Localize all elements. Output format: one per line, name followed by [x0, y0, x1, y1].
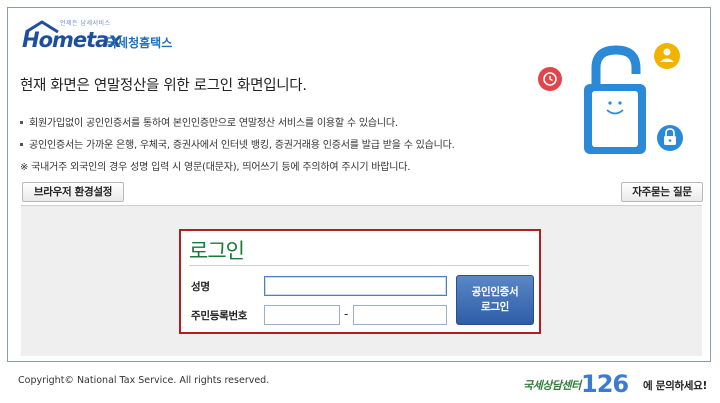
cert-login-label-line2: 로그인 [480, 301, 510, 313]
login-divider [189, 265, 529, 266]
callcenter-banner[interactable]: 국세상담센터 126 에 문의하세요! [523, 370, 713, 398]
copyright-text: Copyright© National Tax Service. All rig… [18, 375, 270, 386]
name-input[interactable] [264, 276, 447, 296]
callcenter-label: 국세상담센터 [523, 379, 581, 392]
hometax-logo[interactable]: 언제든 납세서비스 Hometax 국세청홈택스 [18, 18, 178, 52]
name-label: 성명 [191, 281, 210, 293]
notice-text: 회원가입없이 공인인증서를 통하여 본인인증만으로 연말정산 서비스를 이용할 … [29, 118, 398, 129]
cert-login-button[interactable]: 공인인증서 로그인 [456, 275, 534, 325]
logo-tagline: 언제든 납세서비스 [60, 20, 111, 27]
small-lock-icon [657, 125, 683, 151]
rrn-back-input[interactable] [353, 305, 447, 325]
browser-settings-button[interactable]: 브라우저 환경설정 [22, 182, 124, 202]
faq-button[interactable]: 자주묻는 질문 [621, 182, 703, 202]
bullet-icon [20, 142, 23, 146]
rrn-front-input[interactable] [264, 305, 340, 325]
clock-icon [538, 67, 562, 91]
rrn-label: 주민등록번호 [191, 310, 248, 322]
notice-text: ※ 국내거주 외국인의 경우 성명 입력 시 영문(대문자), 띄어쓰기 등에 … [20, 162, 411, 173]
page-headline: 현재 화면은 연말정산을 위한 로그인 화면입니다. [20, 78, 307, 94]
callcenter-number: 126 [581, 370, 629, 398]
lock-icon [584, 45, 646, 154]
user-icon [654, 43, 680, 69]
security-illustration [538, 43, 683, 154]
bullet-icon [20, 120, 23, 124]
cert-login-label-line1: 공인인증서 [471, 286, 519, 298]
callcenter-suffix: 에 문의하세요! [643, 380, 708, 392]
rrn-separator: - [344, 307, 349, 321]
notice-item: 공인인증서는 가까운 은행, 우체국, 증권사에서 인터넷 뱅킹, 증권거래용 … [20, 136, 455, 151]
notice-item: ※ 국내거주 외국인의 경우 성명 입력 시 영문(대문자), 띄어쓰기 등에 … [20, 158, 410, 173]
login-box: 로그인 성명 주민등록번호 - 공인인증서 로그인 [179, 229, 541, 334]
notice-item: 회원가입없이 공인인증서를 통하여 본인인증만으로 연말정산 서비스를 이용할 … [20, 114, 398, 129]
notice-text: 공인인증서는 가까운 은행, 우체국, 증권사에서 인터넷 뱅킹, 증권거래용 … [29, 140, 455, 151]
logo-korean-name: 국세청홈택스 [106, 36, 173, 50]
login-title: 로그인 [189, 239, 245, 263]
